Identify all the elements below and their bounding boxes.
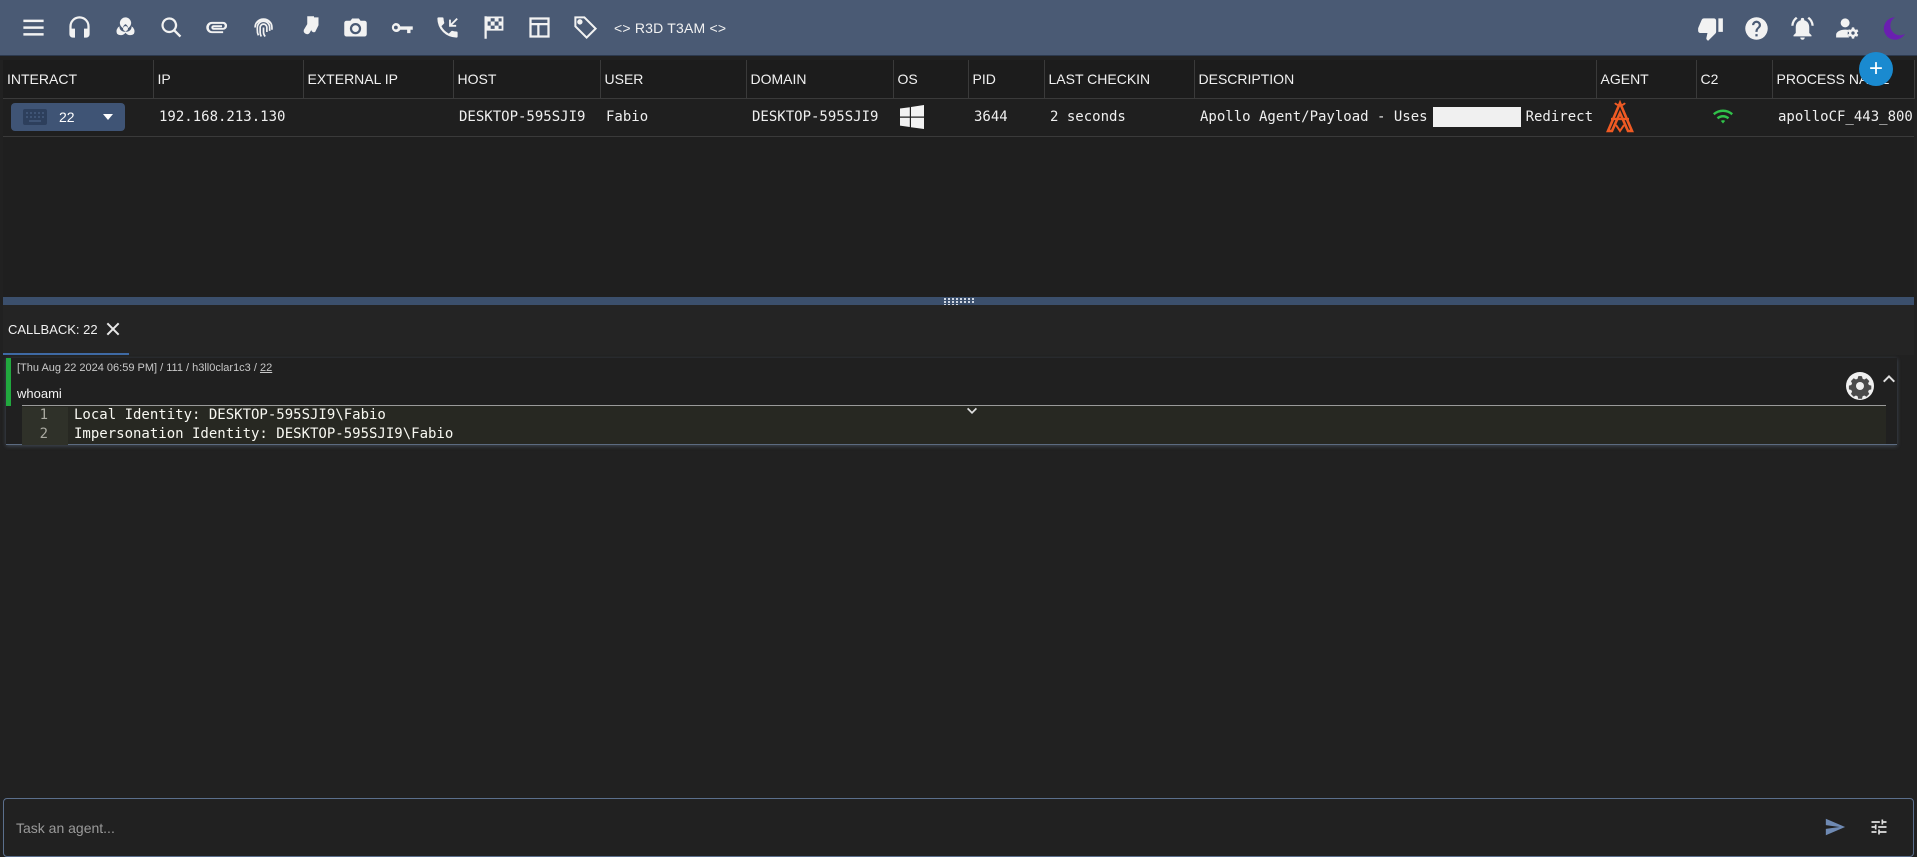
table-row[interactable]: 22 192.168.213.130 DESKTOP-595SJI9 Fabio…: [3, 98, 1914, 137]
column-header-last-checkin[interactable]: LAST CHECKIN: [1044, 60, 1195, 99]
column-header-os[interactable]: OS: [893, 60, 969, 99]
output-line: 2 Impersonation Identity: DESKTOP-595SJI…: [22, 426, 1886, 445]
pid-cell: 3644: [968, 98, 1044, 137]
help-icon[interactable]: [1733, 0, 1779, 56]
camera-icon[interactable]: [332, 0, 378, 56]
output-editor[interactable]: 1 Local Identity: DESKTOP-595SJI9\Fabio …: [22, 405, 1886, 445]
output-text: Local Identity: DESKTOP-595SJI9\Fabio: [74, 407, 386, 423]
add-button[interactable]: +: [1859, 52, 1893, 86]
column-header-pid[interactable]: PID: [968, 60, 1045, 99]
column-header-interact[interactable]: INTERACT: [3, 60, 154, 99]
menu-icon[interactable]: [10, 0, 56, 56]
windows-icon: [899, 105, 924, 129]
keyboard-icon: [11, 109, 59, 125]
key-icon[interactable]: [378, 0, 424, 56]
output-text: Impersonation Identity: DESKTOP-595SJI9\…: [74, 426, 454, 442]
external-ip-cell: [303, 98, 453, 137]
table-header-row: INTERACT IP EXTERNAL IP HOST USER DOMAIN…: [3, 60, 1915, 99]
tag-icon[interactable]: [562, 0, 608, 56]
gear-icon[interactable]: [1845, 371, 1875, 401]
column-header-c2[interactable]: C2: [1696, 60, 1773, 99]
agent-cell: [1596, 98, 1696, 137]
chevron-down-icon[interactable]: [93, 114, 123, 120]
tab-label: CALLBACK: 22: [8, 321, 98, 337]
column-header-agent[interactable]: AGENT: [1596, 60, 1697, 99]
moon-icon[interactable]: [1871, 0, 1917, 56]
drag-handle-icon[interactable]: [944, 298, 976, 306]
column-header-description[interactable]: DESCRIPTION: [1194, 60, 1597, 99]
tab-callback-22[interactable]: CALLBACK: 22: [3, 305, 129, 355]
task-input[interactable]: [16, 816, 1716, 840]
top-app-bar: <> R3D T3AM <>: [0, 0, 1917, 56]
resize-handle[interactable]: [3, 297, 1914, 306]
alarm-icon[interactable]: [1779, 0, 1825, 56]
description-text-end: Redirect: [1525, 109, 1594, 125]
task-metadata: [Thu Aug 22 2024 06:59 PM] / 111 / h3ll0…: [17, 362, 272, 374]
column-header-domain[interactable]: DOMAIN: [746, 60, 894, 99]
redacted-box: [1432, 107, 1521, 127]
biohazard-icon[interactable]: [102, 0, 148, 56]
attachment-icon[interactable]: [194, 0, 240, 56]
c2-cell: [1696, 98, 1772, 137]
thumb-down-icon[interactable]: [1687, 0, 1733, 56]
phone-callback-icon[interactable]: [424, 0, 470, 56]
ip-cell: 192.168.213.130: [153, 98, 303, 137]
column-header-ip[interactable]: IP: [153, 60, 304, 99]
user-settings-icon[interactable]: [1825, 0, 1871, 56]
checkered-flag-icon[interactable]: [470, 0, 516, 56]
task-status-bar: [6, 358, 11, 406]
last-checkin-cell: 2 seconds: [1044, 98, 1194, 137]
column-header-user[interactable]: USER: [600, 60, 747, 99]
description-text: Apollo Agent/Payload - Uses: [1200, 109, 1428, 125]
chevron-up-icon[interactable]: [1882, 372, 1896, 386]
search-icon[interactable]: [148, 0, 194, 56]
task-command: whoami: [17, 386, 62, 401]
description-cell: Apollo Agent/Payload - Uses Redirect: [1194, 98, 1596, 137]
line-number: 1: [22, 407, 68, 426]
task-metadata-text: [Thu Aug 22 2024 06:59 PM] / 111 / h3ll0…: [17, 362, 260, 374]
send-icon[interactable]: [1824, 816, 1846, 838]
apollo-agent-icon: [1602, 99, 1638, 133]
column-header-external-ip[interactable]: EXTERNAL IP: [303, 60, 454, 99]
table-icon[interactable]: [516, 0, 562, 56]
callback-id: 22: [59, 109, 75, 125]
task-callback-link[interactable]: 22: [260, 362, 272, 374]
line-number: 2: [22, 426, 68, 445]
close-icon[interactable]: [106, 322, 120, 336]
headset-icon[interactable]: [56, 0, 102, 56]
os-cell: [893, 98, 968, 137]
team-name: <> R3D T3AM <>: [614, 19, 727, 36]
wifi-icon: [1702, 109, 1734, 125]
task-output-card: [Thu Aug 22 2024 06:59 PM] / 111 / h3ll0…: [6, 358, 1897, 445]
fold-chevron-icon[interactable]: [966, 405, 978, 417]
fingerprint-icon[interactable]: [240, 0, 286, 56]
process-name-cell: apolloCF_443_800: [1772, 98, 1914, 137]
tune-icon[interactable]: [1869, 817, 1889, 837]
callback-tab-bar: CALLBACK: 22: [3, 305, 1914, 355]
interact-button[interactable]: 22: [11, 103, 125, 131]
callbacks-table: INTERACT IP EXTERNAL IP HOST USER DOMAIN…: [3, 60, 1915, 297]
task-input-box: [3, 798, 1914, 857]
output-line: 1 Local Identity: DESKTOP-595SJI9\Fabio: [22, 407, 1886, 426]
host-cell: DESKTOP-595SJI9: [453, 98, 600, 137]
domain-cell: DESKTOP-595SJI9: [746, 98, 893, 137]
column-header-host[interactable]: HOST: [453, 60, 601, 99]
socks-icon[interactable]: [286, 0, 332, 56]
user-cell: Fabio: [600, 98, 746, 137]
